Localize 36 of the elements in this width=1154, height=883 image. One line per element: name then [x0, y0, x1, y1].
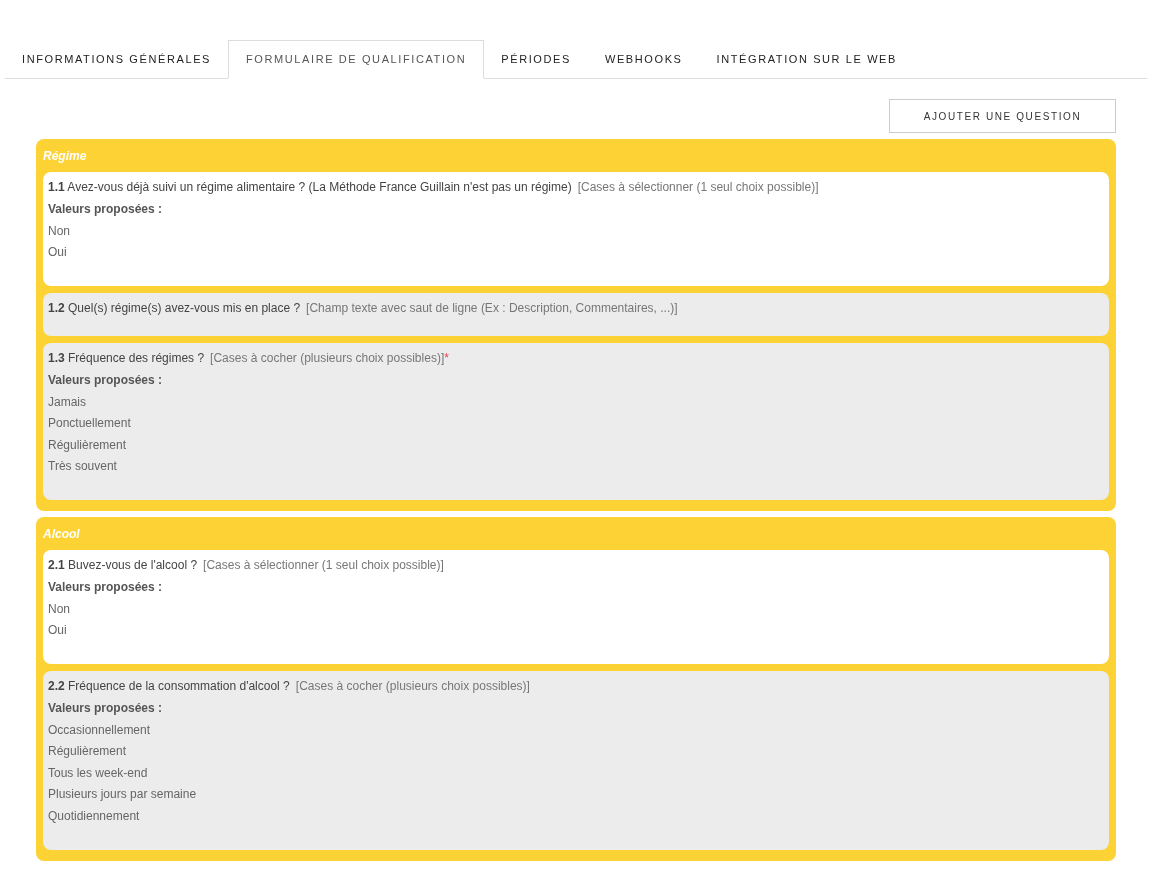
value-option: Plusieurs jours par semaine — [48, 786, 197, 802]
value-option: Régulièrement — [48, 436, 127, 453]
value-option: Tous les week-end — [48, 764, 148, 781]
values-label: Valeurs proposées : — [48, 700, 163, 716]
section-title: Régime — [43, 147, 87, 165]
value-option: Régulièrement — [48, 743, 127, 759]
value-option: Oui — [48, 622, 67, 638]
question-title: 2.2 Fréquence de la consommation d'alcool ? — [48, 678, 290, 694]
tab[interactable]: INFORMATIONS GÉNÉRALES — [5, 40, 229, 79]
value-option: Quotidiennement — [48, 807, 140, 824]
value-option: Oui — [48, 244, 67, 260]
values-label: Valeurs proposées : — [48, 579, 163, 595]
tab[interactable]: INTÉGRATION SUR LE WEB — [699, 40, 914, 79]
value-option: Non — [48, 600, 70, 617]
question-type: [Cases à cocher (plusieurs choix possibles)] — [210, 350, 445, 366]
question-type: [Champ texte avec saut de ligne (Ex : Description, Commentaires, ...)] — [306, 300, 678, 316]
question-type: [Cases à cocher (plusieurs choix possibles)] — [295, 678, 530, 694]
value-option: Non — [48, 222, 70, 239]
question-type: [Cases à sélectionner (1 seul choix possible)] — [577, 179, 819, 195]
tab[interactable]: WEBHOOKS — [587, 40, 700, 79]
question-title: 2.1 Buvez-vous de l'alcool ? — [48, 557, 198, 573]
value-option: Occasionnellement — [48, 721, 151, 738]
question-type: [Cases à sélectionner (1 seul choix possible)] — [203, 557, 444, 573]
tab[interactable]: PÉRIODES — [484, 40, 588, 79]
question-title: 1.1 Avez-vous déjà suivi un régime alimentaire ? (La Méthode France Guillain n'est pas un régime) — [48, 179, 572, 195]
add-question-button[interactable]: AJOUTER UNE QUESTION — [889, 99, 1116, 133]
question-title: 1.2 Quel(s) régime(s) avez-vous mis en place ? — [48, 300, 301, 316]
value-option: Jamais — [48, 393, 86, 410]
question-title: 1.3 Fréquence des régimes ? — [48, 350, 205, 366]
section-title: Alcool — [43, 525, 80, 543]
value-option: Très souvent — [48, 458, 117, 474]
values-label: Valeurs proposées : — [48, 372, 163, 388]
required-mark: * — [444, 350, 449, 366]
tab[interactable]: FORMULAIRE DE QUALIFICATION — [228, 40, 485, 79]
value-option: Ponctuellement — [48, 415, 131, 431]
values-label: Valeurs proposées : — [48, 201, 163, 217]
